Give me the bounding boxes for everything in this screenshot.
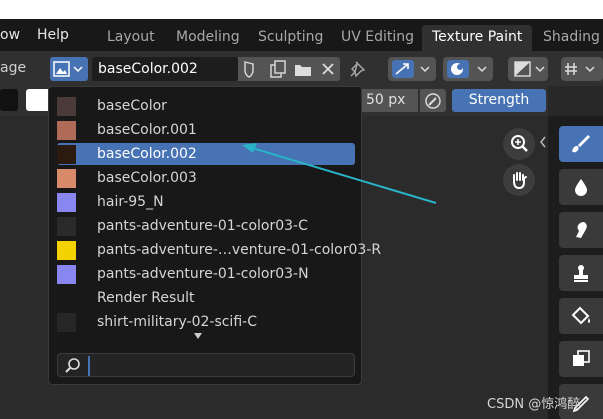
annotation-arrow bbox=[242, 143, 437, 204]
watermark: CSDN @惊鸿醉 bbox=[487, 397, 581, 412]
